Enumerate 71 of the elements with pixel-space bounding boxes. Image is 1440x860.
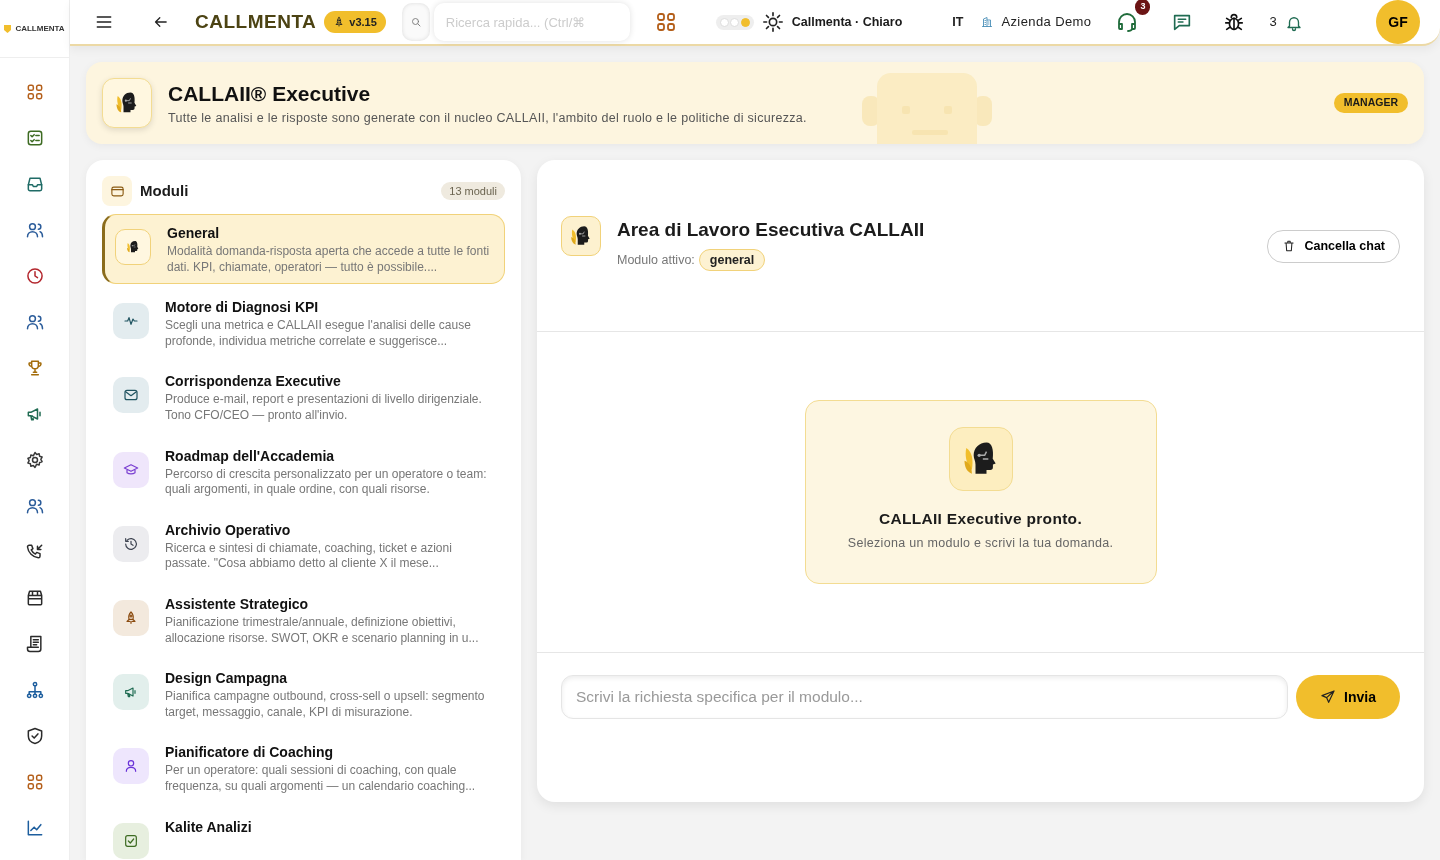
module-item[interactable]: Roadmap dell'Accademia Percorso di crescita personalizzato per un operatore o team: quali argomenti, in quale ordine, con quali risorse. bbox=[102, 436, 505, 507]
send-button[interactable]: Invia bbox=[1296, 675, 1400, 719]
module-description: Scegli una metrica e CALLAII esegue l'analisi delle cause profonde, individua metriche correlate e suggerisce... bbox=[165, 318, 472, 350]
empty-state-text: Seleziona un modulo e scrivi la tua domanda. bbox=[847, 535, 1114, 553]
module-item[interactable]: Design Campagna Pianifica campagne outbound, cross-sell o upsell: segmento target, messaggio, canale, KPI di misurazione. bbox=[102, 659, 505, 730]
module-title: General bbox=[167, 224, 221, 243]
trash-icon bbox=[1282, 239, 1297, 254]
history-icon bbox=[123, 535, 139, 552]
logo-text: CALLMENTA bbox=[15, 22, 65, 35]
user-avatar[interactable]: GF bbox=[1376, 0, 1420, 44]
active-module-label: Modulo attivo: bbox=[617, 251, 695, 269]
logo-icon bbox=[4, 24, 12, 33]
theme-label: Callmenta · Chiaro bbox=[791, 13, 903, 31]
module-description: Per un operatore: quali sessioni di coaching, con quale frequenza, su quali argomenti — un calendario coaching... bbox=[165, 763, 477, 795]
module-title: Pianificatore di Coaching bbox=[165, 743, 335, 763]
module-title: Kalite Analizi bbox=[165, 817, 252, 837]
module-description: Pianificazione trimestrale/annuale, definizione obiettivi, allocazione risorse. SWOT, OKR e scenario planning in u... bbox=[165, 614, 480, 647]
notifications-button[interactable]: 3 bbox=[1269, 12, 1303, 32]
role-badge: MANAGER bbox=[1333, 93, 1408, 113]
check-icon bbox=[123, 832, 139, 849]
version-badge: v3.15 bbox=[324, 10, 386, 34]
building-icon bbox=[981, 16, 994, 28]
panel-title: Moduli bbox=[140, 180, 189, 201]
language-button[interactable]: IT bbox=[952, 12, 964, 32]
module-item[interactable]: Assistente Strategico Pianificazione trimestrale/annuale, definizione obiettivi, allocazione risorse. SWOT, OKR e scenario planning in u... bbox=[102, 584, 505, 656]
users-icon bbox=[24, 496, 45, 516]
banner-title: CALLAII® Executive bbox=[168, 80, 372, 107]
module-item[interactable]: Archivio Operativo Ricerca e sintesi di chiamate, coaching, ticket e azioni passate. "Cosa abbiamo detto al cliente X il mese... bbox=[102, 510, 505, 581]
module-item[interactable]: Kalite Analizi bbox=[102, 807, 505, 860]
gear-icon bbox=[24, 450, 45, 470]
module-title: Design Campagna bbox=[165, 669, 289, 689]
bug-icon bbox=[1223, 11, 1246, 33]
module-description: Pianifica campagne outbound, cross-sell o upsell: segmento target, messaggio, canale, KPI di misurazione. bbox=[165, 689, 486, 721]
bug-report-button[interactable] bbox=[1223, 11, 1246, 33]
message-input[interactable]: Scrivi la richiesta specifica per il modulo... bbox=[561, 675, 1289, 719]
users-icon bbox=[24, 312, 45, 332]
module-count: 13 moduli bbox=[441, 181, 505, 201]
clear-chat-button[interactable]: Cancella chat bbox=[1267, 230, 1400, 263]
module-title: Archivio Operativo bbox=[165, 520, 292, 540]
module-description: Ricerca e sintesi di chiamate, coaching, ticket e azioni passate. "Cosa abbiamo detto al cliente X il mese... bbox=[165, 540, 453, 572]
module-title: Motore di Diagnosi KPI bbox=[165, 298, 320, 318]
rocket-icon bbox=[123, 609, 139, 626]
search-icon bbox=[409, 16, 422, 28]
module-item[interactable]: Corrispondenza Executive Produce e-mail, report e presentazioni di livello dirigenziale. Tono CFO/CEO — pronto all'invio. bbox=[102, 362, 505, 433]
empty-state-title: CALLAII Executive pronto. bbox=[879, 509, 1082, 529]
module-description: Produce e-mail, report e presentazioni di livello dirigenziale. Tono CFO/CEO — pronto all'invio. bbox=[165, 392, 483, 424]
users-icon bbox=[24, 220, 45, 240]
hierarchy-icon bbox=[24, 680, 45, 700]
user-icon bbox=[123, 758, 139, 775]
rocket-icon bbox=[333, 16, 346, 28]
company-selector[interactable]: Azienda Demo bbox=[981, 12, 1092, 32]
module-item[interactable]: Pianificatore di Coaching Per un operatore: quali sessioni di coaching, con quale frequenza, su quali argomenti — un calendario coaching... bbox=[102, 733, 505, 804]
module-item[interactable]: Motore di Diagnosi KPI Scegli una metrica e CALLAII esegue l'analisi delle cause profonde, individua metriche correlate e suggerisce... bbox=[102, 288, 505, 359]
brand-name: CALLMENTA bbox=[195, 9, 317, 34]
module-title: Assistente Strategico bbox=[165, 594, 310, 614]
notification-badge: 3 bbox=[1135, 0, 1151, 15]
send-icon bbox=[1320, 689, 1337, 705]
module-description: Modalità domanda-risposta aperta che accede a tutte le fonti dati. KPI, chiamate, operatori — tutto è possibile.... bbox=[167, 244, 491, 276]
ai-head-icon bbox=[125, 239, 141, 255]
window-icon bbox=[102, 176, 132, 206]
phone-icon bbox=[24, 542, 45, 562]
workspace-title: Area di Lavoro Esecutiva CALLAII bbox=[617, 218, 925, 242]
clock-icon bbox=[24, 266, 45, 286]
module-title: Corrispondenza Executive bbox=[165, 372, 342, 392]
module-description: Percorso di crescita personalizzato per un operatore o team: quali argomenti, in quale ordine, con quali risorse. bbox=[165, 466, 488, 498]
receipt-icon bbox=[24, 634, 45, 654]
module-item[interactable]: General Modalità domanda-risposta aperta che accede a tutte le fonti dati. KPI, chiamate, operatori — tutto è possibile.... bbox=[102, 214, 505, 285]
banner-subtitle: Tutte le analisi e le risposte sono generate con il nucleo CALLAII, l'ambito del ruolo e le politiche di sicurezza. bbox=[168, 110, 807, 128]
sun-icon bbox=[761, 11, 784, 33]
active-module-chip: general bbox=[698, 248, 766, 272]
module-title: Roadmap dell'Accademia bbox=[165, 446, 336, 466]
